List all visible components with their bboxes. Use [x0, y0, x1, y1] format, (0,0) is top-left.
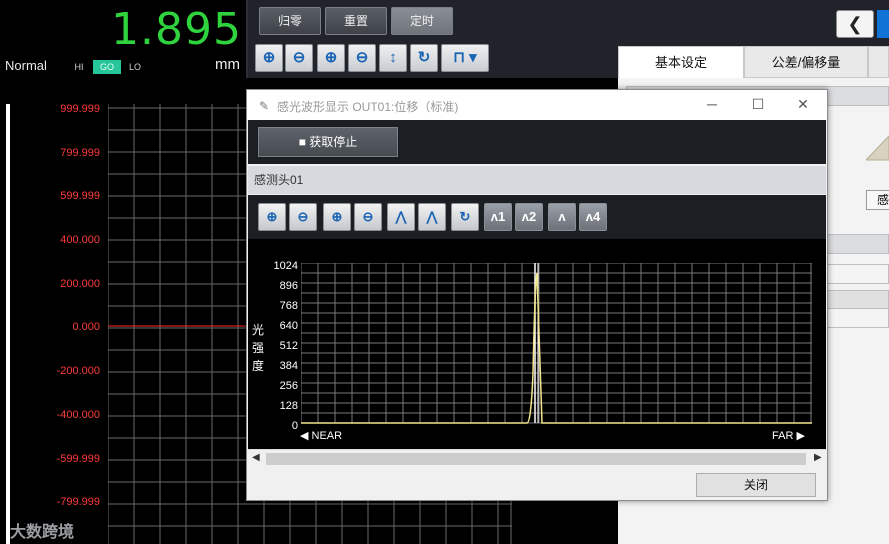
waveform-chart: 1024 896 768 640 512 384 256 128 0 光 强 度… [248, 239, 826, 449]
tab-tolerance-offset[interactable]: 公差/偏移量 [744, 46, 868, 78]
sensor-label: 感测头01 [248, 166, 826, 194]
zero-button[interactable]: 归零 [259, 7, 321, 35]
waveform-toolbar: ⊕ ⊖ ⊕ ⊖ ⋀ ⋀ ↻ ʌ1 ʌ2 ʌ ʌ4 [248, 195, 826, 239]
judge-go-indicator: GO [93, 60, 121, 74]
blue-button-edge[interactable] [877, 10, 889, 38]
sensor-diagram-icon [866, 135, 889, 161]
main-y-tick: -200.000 [56, 365, 100, 377]
stop-acquire-button[interactable]: ■ 获取停止 [258, 127, 398, 157]
wave-y-title-char: 强 [252, 341, 265, 355]
peak-4-icon[interactable]: ʌ4 [579, 203, 607, 231]
app-icon: ✎ [259, 99, 270, 113]
zoom-in-v-icon[interactable]: ⊕ [323, 203, 351, 231]
main-y-tick: -599.999 [56, 453, 100, 465]
waveform-dialog: ✎ 感光波形显示 OUT01:位移（标准) ─ ☐ ✕ ■ 获取停止 感测头01… [246, 89, 828, 501]
fit-vertical-icon[interactable]: ↕ [379, 44, 407, 72]
wave-y-tick: 896 [279, 280, 298, 292]
measurement-value: 1.895 [111, 4, 242, 55]
main-y-tick: 400.000 [60, 234, 100, 246]
wave-y-tick: 768 [279, 300, 298, 312]
peak-1-icon[interactable]: ʌ1 [484, 203, 512, 231]
wave-y-tick: 1024 [273, 260, 298, 272]
maximize-icon[interactable]: ☐ [743, 96, 773, 113]
measurement-panel: 1.895 Normal HI GO LO mm [0, 0, 248, 78]
near-text: NEAR [311, 430, 343, 442]
dialog-titlebar: ✎ 感光波形显示 OUT01:位移（标准) ─ ☐ ✕ [247, 90, 827, 120]
tab-basic-settings[interactable]: 基本设定 [618, 46, 744, 78]
judge-hi-indicator: HI [74, 62, 84, 72]
main-y-tick: -799.999 [56, 496, 100, 508]
unit-label: mm [215, 56, 240, 73]
far-text: FAR [772, 430, 794, 442]
peak-2-icon[interactable]: ʌ2 [515, 203, 543, 231]
main-y-tick: 599.999 [60, 190, 100, 202]
peak-down-icon[interactable]: ⋀ [418, 203, 446, 231]
minimize-icon[interactable]: ─ [697, 96, 727, 112]
sensor-button[interactable]: 感 [866, 190, 889, 210]
scroll-right-icon[interactable]: ▶ [814, 452, 822, 463]
zoom-out-h-icon[interactable]: ⊖ [348, 44, 376, 72]
wave-y-title-char: 度 [252, 359, 265, 373]
watermark-logo: 大数跨境 [10, 524, 75, 541]
main-y-tick: 999.999 [60, 103, 100, 115]
tab-more[interactable] [868, 46, 889, 78]
reset-button[interactable]: 重置 [325, 7, 387, 35]
peak-3-icon[interactable]: ʌ [548, 203, 576, 231]
zoom-in-h-icon[interactable]: ⊕ [258, 203, 286, 231]
near-label: ◀ NEAR [300, 430, 343, 442]
timer-button[interactable]: 定时 [391, 7, 453, 35]
peak-up-icon[interactable]: ⋀ [387, 203, 415, 231]
zoom-out-icon[interactable]: ⊖ [285, 44, 313, 72]
close-button[interactable]: 关闭 [696, 473, 816, 497]
back-button[interactable]: ❮ [836, 10, 874, 38]
zoom-out-v-icon[interactable]: ⊖ [354, 203, 382, 231]
dialog-title: 感光波形显示 OUT01:位移（标准) [277, 100, 459, 114]
scroll-left-icon[interactable]: ◀ [252, 452, 260, 463]
zoom-in-icon[interactable]: ⊕ [255, 44, 283, 72]
zoom-in-h-icon[interactable]: ⊕ [317, 44, 345, 72]
wave-y-tick: 256 [279, 380, 298, 392]
far-label: FAR ▶ [772, 430, 805, 442]
mode-label: Normal [5, 58, 47, 73]
judge-lo-indicator: LO [128, 62, 141, 72]
main-y-tick: 0.000 [72, 321, 100, 333]
dialog-action-bar: ■ 获取停止 [248, 120, 826, 164]
wave-y-tick: 0 [291, 420, 298, 432]
wave-y-title-char: 光 [252, 323, 265, 337]
main-y-tick: 200.000 [60, 278, 100, 290]
app-window: 1.895 Normal HI GO LO mm 归零 重置 定时 ⊕ ⊖ ⊕ … [0, 0, 889, 544]
close-icon[interactable]: ✕ [788, 96, 818, 113]
wave-grid [301, 263, 812, 424]
scroll-thumb[interactable] [266, 453, 806, 465]
horizontal-scrollbar[interactable]: ◀ ▶ [248, 449, 826, 467]
trigger-icon[interactable]: ⊓ ▾ [441, 44, 489, 72]
main-y-tick: -400.000 [56, 409, 100, 421]
wave-y-tick: 128 [279, 400, 298, 412]
stop-acquire-label: 获取停止 [309, 135, 358, 149]
refresh-icon[interactable]: ↻ [451, 203, 479, 231]
zoom-out-h-icon[interactable]: ⊖ [289, 203, 317, 231]
refresh-icon[interactable]: ↻ [410, 44, 438, 72]
main-y-tick: 799.999 [60, 147, 100, 159]
y-scroll-bar[interactable] [6, 104, 10, 544]
